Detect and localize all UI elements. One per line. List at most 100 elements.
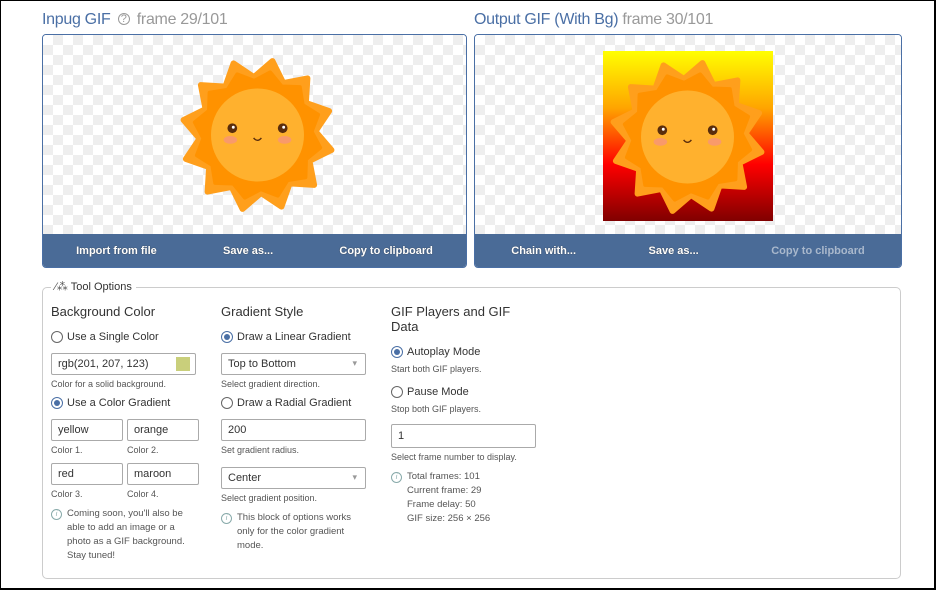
radio-button[interactable]: [391, 346, 403, 358]
color-4-value: maroon: [134, 468, 172, 480]
pause-mode-radio[interactable]: Pause Mode: [391, 386, 541, 398]
frame-number-hint: Select frame number to display.: [391, 452, 517, 462]
frame-number-value: 1: [398, 430, 405, 442]
eye-highlight: [282, 125, 286, 129]
sun-gif-image: [610, 60, 765, 214]
info-icon: i: [391, 472, 402, 483]
sun-face: [641, 90, 734, 184]
gradient-position-value: Center: [228, 472, 262, 484]
color-swatch[interactable]: [176, 357, 190, 371]
gif-players-section: GIF Players and GIF Data Autoplay Mode S…: [391, 304, 541, 526]
color-3-group: red Color 3.: [51, 463, 123, 507]
background-info-note: i Coming soon, you'll also be able to ad…: [51, 507, 201, 563]
radial-gradient-radio[interactable]: Draw a Radial Gradient: [221, 397, 367, 409]
current-frame-stat: Current frame: 29: [407, 485, 482, 496]
eye-highlight: [712, 127, 716, 131]
color-4-input[interactable]: maroon: [127, 463, 199, 485]
gif-stats-list: Total frames: 101 Current frame: 29 Fram…: [407, 470, 490, 526]
background-info-text: Coming soon, you'll also be able to add …: [67, 508, 185, 561]
gradient-colors-grid: yellow Color 1. orange Color 2. red Colo…: [51, 419, 201, 507]
color-gradient-radio[interactable]: Use a Color Gradient: [51, 397, 201, 409]
single-color-hint: Color for a solid background.: [51, 379, 167, 389]
radio-button[interactable]: [51, 331, 63, 343]
magic-wand-icon: ⁄⁂: [55, 281, 68, 293]
output-save-as-button[interactable]: Save as...: [649, 245, 699, 257]
total-frames-stat: Total frames: 101: [407, 471, 480, 482]
gradient-direction-value: Top to Bottom: [228, 358, 296, 370]
tool-options: ⁄⁂ Tool Options Background Color Use a S…: [42, 280, 901, 579]
color-1-hint: Color 1.: [51, 445, 83, 455]
gradient-radius-hint: Set gradient radius.: [221, 445, 300, 455]
autoplay-mode-radio[interactable]: Autoplay Mode: [391, 346, 541, 358]
color-1-value: yellow: [58, 424, 89, 436]
linear-gradient-label: Draw a Linear Gradient: [237, 331, 351, 343]
radio-button[interactable]: [221, 331, 233, 343]
pause-mode-label: Pause Mode: [407, 386, 469, 398]
color-4-group: maroon Color 4.: [127, 463, 199, 507]
gradient-position-hint: Select gradient position.: [221, 493, 318, 503]
sun-cheek-right: [707, 137, 722, 146]
frame-delay-stat: Frame delay: 50: [407, 499, 476, 510]
linear-gradient-radio[interactable]: Draw a Linear Gradient: [221, 331, 367, 343]
background-color-section: Background Color Use a Single Color rgb(…: [51, 304, 201, 563]
color-2-group: orange Color 2.: [127, 419, 199, 463]
color-2-input[interactable]: orange: [127, 419, 199, 441]
tool-options-title: Tool Options: [70, 281, 132, 293]
gif-players-heading: GIF Players and GIF Data: [391, 304, 511, 334]
output-header: Output GIF (With Bg) frame 30/101: [474, 11, 713, 29]
input-frame-label: frame 29/101: [136, 11, 228, 28]
frame-number-input[interactable]: 1: [391, 424, 536, 448]
gradient-info-note: i This block of options works only for t…: [221, 511, 367, 553]
import-from-file-button[interactable]: Import from file: [76, 245, 157, 257]
gif-size-stat: GIF size: 256 × 256: [407, 513, 491, 524]
color-3-input[interactable]: red: [51, 463, 123, 485]
color-1-group: yellow Color 1.: [51, 419, 123, 463]
sun-face: [211, 88, 304, 182]
color-3-hint: Color 3.: [51, 489, 83, 499]
radio-button[interactable]: [221, 397, 233, 409]
single-color-value: rgb(201, 207, 123): [58, 358, 149, 370]
gradient-direction-hint: Select gradient direction.: [221, 379, 321, 389]
single-color-radio[interactable]: Use a Single Color: [51, 331, 201, 343]
gradient-radius-input[interactable]: 200: [221, 419, 366, 441]
sun-gif-image: [180, 58, 335, 212]
color-2-hint: Color 2.: [127, 445, 159, 455]
input-action-bar: Import from file Save as... Copy to clip…: [43, 234, 466, 267]
sun-cheek-left: [223, 135, 238, 144]
gradient-radius-value: 200: [228, 424, 247, 436]
single-color-input[interactable]: rgb(201, 207, 123): [51, 353, 196, 375]
input-gif-canvas: [43, 35, 466, 235]
color-4-hint: Color 4.: [127, 489, 159, 499]
chain-with-button[interactable]: Chain with...: [511, 245, 576, 257]
output-gif-canvas: [475, 35, 901, 235]
gradient-position-select[interactable]: Center: [221, 467, 366, 489]
eye-highlight: [661, 127, 665, 131]
color-gradient-label: Use a Color Gradient: [67, 397, 171, 409]
output-frame-label: frame 30/101: [622, 11, 714, 28]
radio-button[interactable]: [391, 386, 403, 398]
gradient-style-heading: Gradient Style: [221, 304, 304, 319]
single-color-label: Use a Single Color: [67, 331, 159, 343]
info-icon: i: [221, 513, 232, 524]
color-1-input[interactable]: yellow: [51, 419, 123, 441]
input-header: Inpug GIF ? frame 29/101: [42, 11, 228, 29]
output-gif-panel: Chain with... Save as... Copy to clipboa…: [474, 34, 902, 268]
tool-options-legend: ⁄⁂ Tool Options: [51, 280, 136, 293]
autoplay-mode-label: Autoplay Mode: [407, 346, 481, 358]
radio-button[interactable]: [51, 397, 63, 409]
input-gif-panel: Import from file Save as... Copy to clip…: [42, 34, 467, 268]
gradient-direction-select[interactable]: Top to Bottom: [221, 353, 366, 375]
gradient-info-text: This block of options works only for the…: [237, 512, 352, 551]
input-copy-to-clipboard-button[interactable]: Copy to clipboard: [339, 245, 433, 257]
color-2-value: orange: [134, 424, 169, 436]
eye-highlight: [231, 125, 235, 129]
output-copy-to-clipboard-button: Copy to clipboard: [771, 244, 865, 257]
input-title: Inpug GIF: [42, 11, 111, 28]
question-circle-icon[interactable]: ?: [117, 13, 130, 25]
output-title: Output GIF (With Bg): [474, 11, 619, 28]
input-save-as-button[interactable]: Save as...: [223, 245, 273, 257]
pause-hint: Stop both GIF players.: [391, 404, 482, 414]
info-icon: i: [51, 509, 62, 520]
color-3-value: red: [58, 468, 74, 480]
sun-cheek-left: [653, 137, 668, 146]
